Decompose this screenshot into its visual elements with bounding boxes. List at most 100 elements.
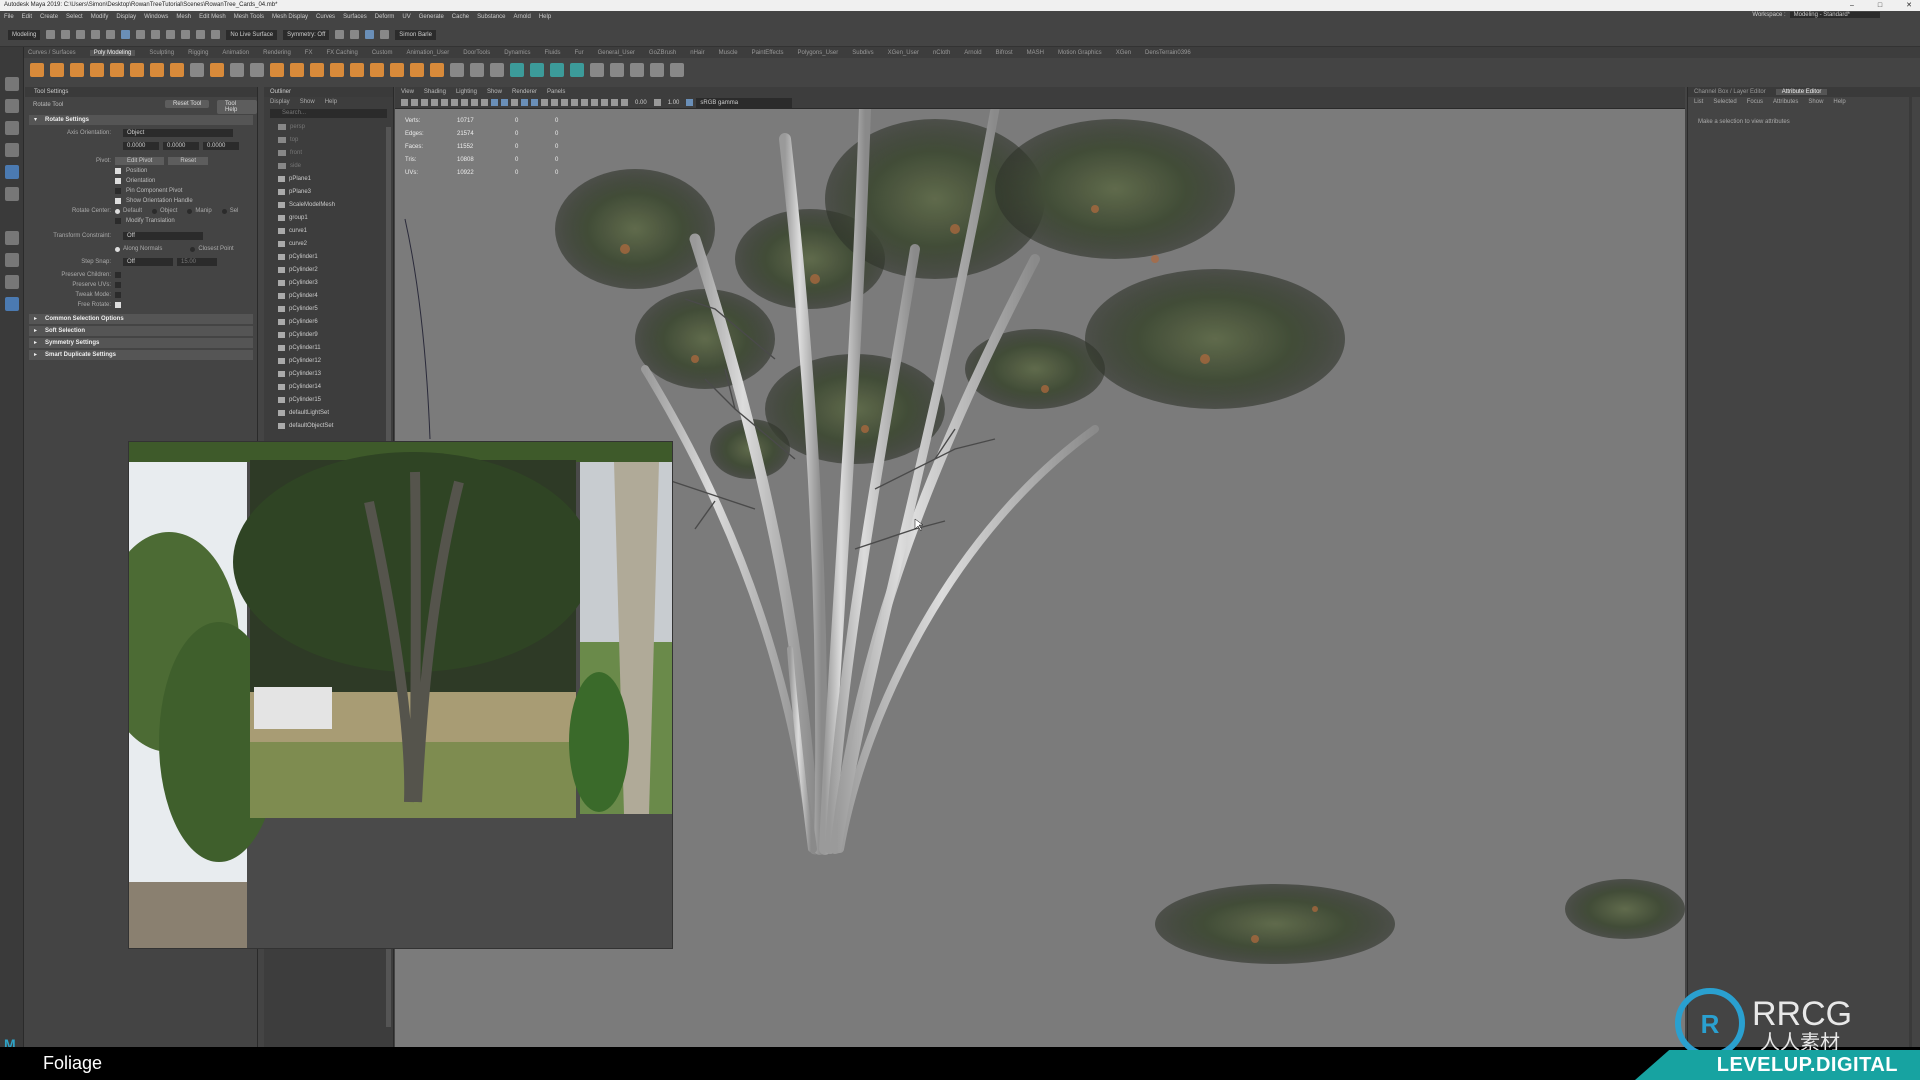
select-by-component-icon[interactable] [151,30,161,39]
menu-create[interactable]: Create [40,14,58,20]
snap-curve-icon[interactable] [181,30,191,39]
paint-icon[interactable] [650,63,664,77]
insert-loop-icon[interactable] [490,63,504,77]
minimize-icon[interactable]: – [1850,0,1854,11]
boolean-icon[interactable] [290,63,304,77]
rotate-center-manip-radio[interactable] [187,208,193,214]
outliner-item[interactable]: pCylinder3 [264,276,393,289]
close-icon[interactable]: ✕ [1906,0,1912,11]
sign-in-button[interactable]: Simon Barle [395,29,436,40]
attribute-editor-scrollbar[interactable] [1909,87,1912,1047]
append-icon[interactable] [390,63,404,77]
transform-constraint-dropdown[interactable]: Off [123,232,203,240]
symmetry-dropdown[interactable]: Symmetry: Off [283,29,330,40]
menu-mesh-display[interactable]: Mesh Display [272,14,308,20]
shelf-tab[interactable]: FX Caching [326,50,357,56]
outliner-item[interactable]: pCylinder15 [264,393,393,406]
menu-curves[interactable]: Curves [316,14,335,20]
ipr-render-icon[interactable] [350,30,360,39]
colorspace-dropdown[interactable]: sRGB gamma [696,97,793,108]
attr-menu-selected[interactable]: Selected [1713,99,1736,105]
bevel-icon[interactable] [350,63,364,77]
select-by-hierarchy-icon[interactable] [121,30,131,39]
four-view-icon[interactable] [4,253,19,267]
quad-draw-icon[interactable] [610,63,624,77]
viewport-menu-renderer[interactable]: Renderer [512,87,537,97]
axis-orientation-dropdown[interactable]: Object [123,129,233,137]
outliner-item[interactable]: persp [264,120,393,133]
menu-mesh-tools[interactable]: Mesh Tools [234,14,264,20]
outliner-search-input[interactable]: Search... [270,109,387,118]
menu-substance[interactable]: Substance [477,14,505,20]
attr-menu-attributes[interactable]: Attributes [1773,99,1798,105]
shelf-tab[interactable]: nCloth [933,50,950,56]
soft-selection-section[interactable]: Soft Selection [29,326,253,336]
svg-icon[interactable] [210,63,224,77]
shelf-tab[interactable]: Fluids [545,50,561,56]
shelf-tab[interactable]: Subdivs [852,50,873,56]
outliner-item[interactable]: curve2 [264,237,393,250]
isolate-select-icon[interactable] [591,99,598,106]
unfold-icon[interactable] [570,63,584,77]
shelf-tab[interactable]: PaintEffects [752,50,784,56]
snap-grid-icon[interactable] [166,30,176,39]
outliner-item[interactable]: pCylinder5 [264,302,393,315]
exposure-value[interactable]: 0.00 [635,100,647,106]
grid-icon[interactable] [441,99,448,106]
menu-select[interactable]: Select [66,14,83,20]
maximize-icon[interactable]: □ [1878,0,1882,11]
snap-view-icon[interactable] [211,30,221,39]
shelf-tab[interactable]: Animation_User [407,50,450,56]
outliner-item[interactable]: pCylinder14 [264,380,393,393]
camera-attributes-icon[interactable] [411,99,418,106]
shelf-tab[interactable]: Bifrost [996,50,1013,56]
rotate-center-object-radio[interactable] [152,208,158,214]
wireframe-icon[interactable] [491,99,498,106]
edit-pivot-button[interactable]: Edit Pivot [115,157,165,165]
outliner-item[interactable]: pCylinder1 [264,250,393,263]
shelf-tab[interactable]: Dynamics [504,50,530,56]
anti-aliasing-icon[interactable] [571,99,578,106]
menu-edit[interactable]: Edit [22,14,32,20]
bookmark-icon[interactable] [421,99,428,106]
attr-menu-help[interactable]: Help [1833,99,1845,105]
fill-hole-icon[interactable] [410,63,424,77]
outliner-menu-show[interactable]: Show [300,99,315,105]
modify-translation-checkbox[interactable] [115,218,121,224]
render-settings-icon[interactable] [365,30,375,39]
exposure-icon[interactable] [621,99,628,106]
motion-blur-icon[interactable] [561,99,568,106]
menu-display[interactable]: Display [116,14,136,20]
outliner-item[interactable]: pCylinder9 [264,328,393,341]
extrude-icon[interactable] [330,63,344,77]
shelf-tab[interactable]: General_User [598,50,635,56]
shelf-tab[interactable]: Sculpting [149,50,174,56]
poly-plane-icon[interactable] [130,63,144,77]
along-normals-radio[interactable] [115,246,120,252]
reset-tool-button[interactable]: Reset Tool [165,100,210,108]
shelf-tab[interactable]: Animation [222,50,249,56]
tab-attribute-editor[interactable]: Attribute Editor [1775,89,1828,95]
shelf-tab[interactable]: Custom [372,50,393,56]
menu-modify[interactable]: Modify [91,14,109,20]
viewport-menu-panels[interactable]: Panels [547,87,565,97]
menu-file[interactable]: File [4,14,14,20]
lasso-tool-icon[interactable] [4,99,19,113]
shelf-tab[interactable]: Fur [575,50,584,56]
shelf-tab[interactable]: DoorTools [463,50,490,56]
sculpt-icon[interactable] [590,63,604,77]
show-orientation-handle-checkbox[interactable] [115,198,121,204]
outliner-item[interactable]: defaultLightSet [264,406,393,419]
outliner-layout-icon[interactable] [4,297,19,311]
menu-mesh[interactable]: Mesh [176,14,191,20]
poly-cube-icon[interactable] [50,63,64,77]
shelf-tab[interactable]: nHair [690,50,704,56]
live-surface-dropdown[interactable]: No Live Surface [226,29,278,40]
outliner-item[interactable]: top [264,133,393,146]
pin-component-pivot-checkbox[interactable] [115,188,121,194]
outliner-item[interactable]: pPlane3 [264,185,393,198]
shelf-tab[interactable]: XGen_User [888,50,919,56]
bridge-icon[interactable] [370,63,384,77]
outliner-item[interactable]: pCylinder2 [264,263,393,276]
open-scene-icon[interactable] [61,30,71,39]
